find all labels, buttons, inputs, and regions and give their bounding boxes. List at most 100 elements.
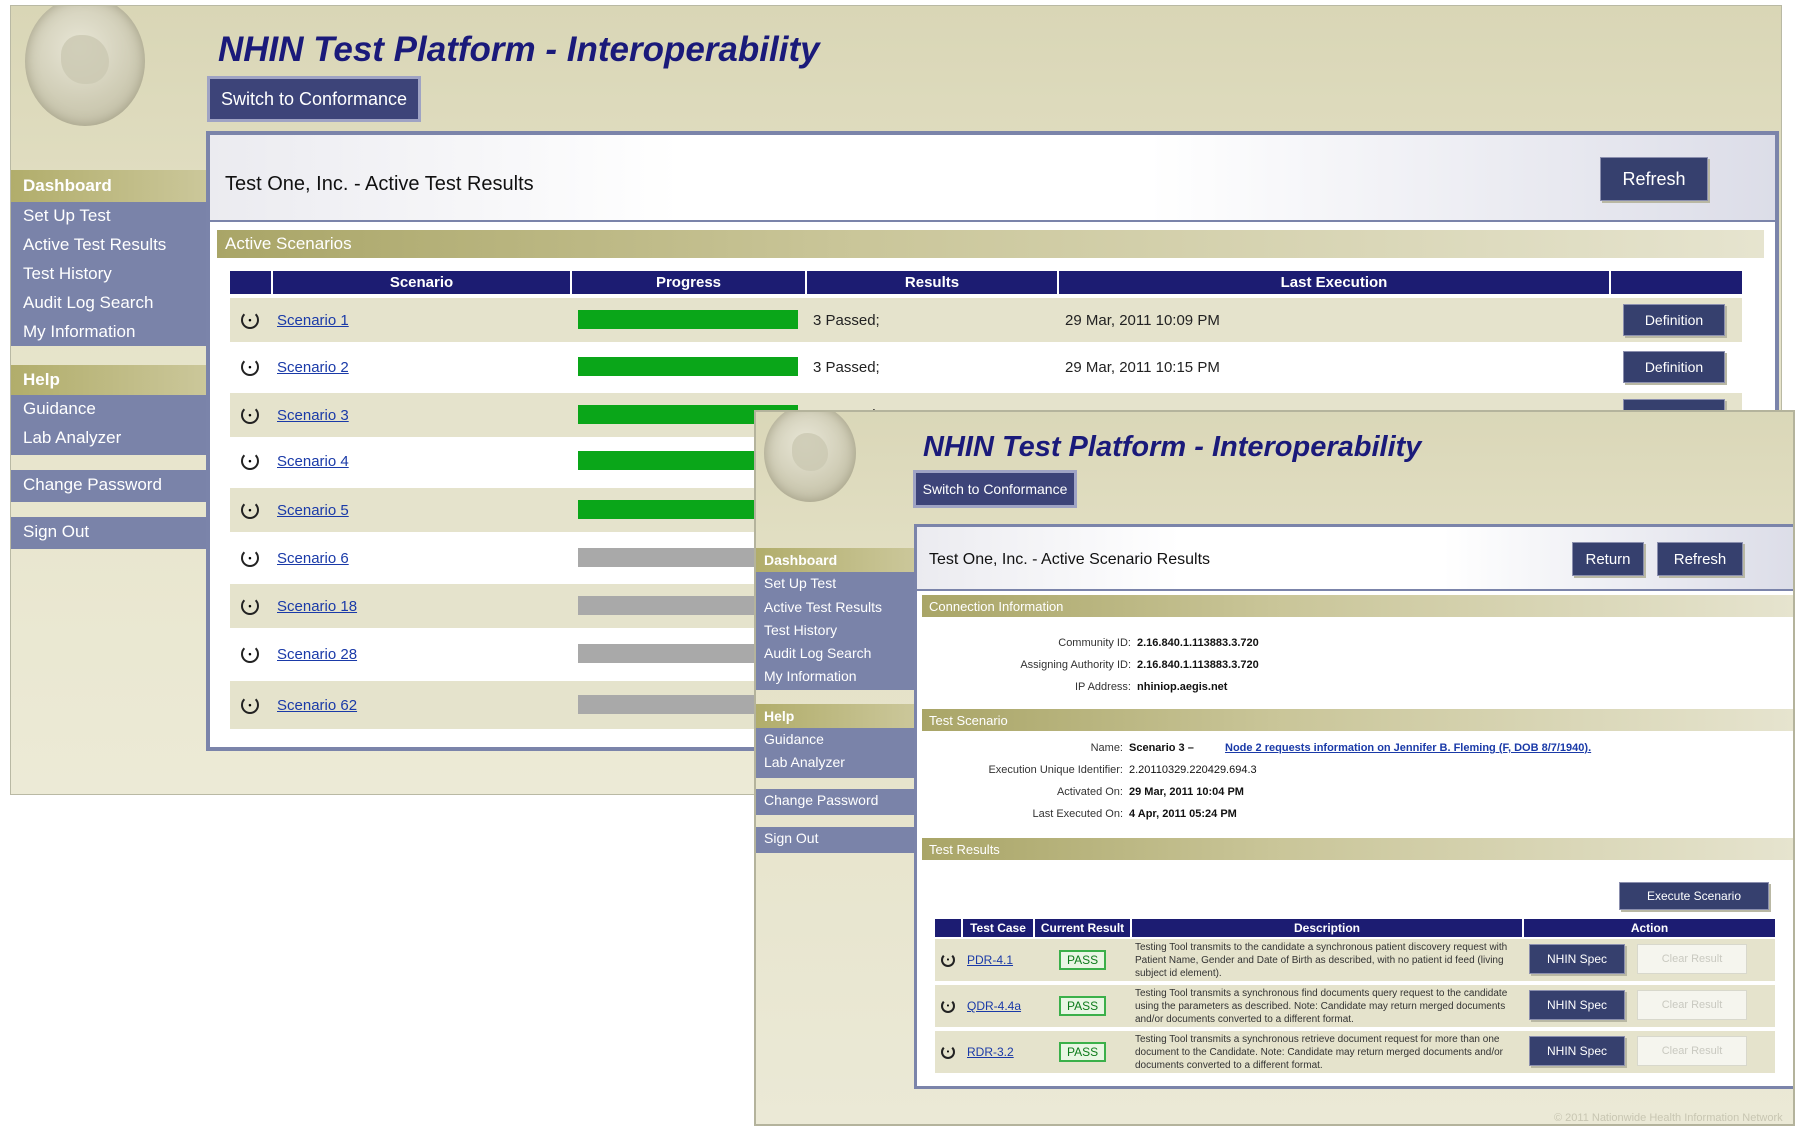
progress-bar — [578, 310, 798, 329]
refresh-button-2[interactable]: Refresh — [1657, 542, 1743, 576]
sidebar-item-guidance-2[interactable]: Guidance — [764, 731, 824, 747]
clear-result-button[interactable]: Clear Result — [1637, 1036, 1747, 1066]
community-id-row: Community ID: 2.16.840.1.113883.3.720 — [917, 637, 1787, 653]
nhin-spec-button[interactable]: NHIN Spec — [1529, 944, 1625, 974]
test-case-row: • PDR-4.1 PASS Testing Tool transmits to th… — [935, 939, 1775, 981]
ip-address-value: nhiniop.aegis.net — [1137, 681, 1228, 693]
sidebar-item-set-up-test[interactable]: Set Up Test — [23, 206, 111, 226]
return-button[interactable]: Return — [1572, 542, 1644, 576]
rerun-scenario-icon[interactable]: • — [238, 536, 262, 580]
sidebar-item-my-information-2[interactable]: My Information — [764, 668, 857, 684]
execution-id-value: 2.20110329.220429.694.3 — [1129, 764, 1257, 776]
rerun-scenario-icon[interactable]: • — [238, 298, 262, 342]
change-password-link-2[interactable]: Change Password — [764, 792, 878, 808]
scenario-link[interactable]: Scenario 18 — [277, 584, 357, 628]
refresh-button[interactable]: Refresh — [1600, 157, 1708, 201]
scenario-link[interactable]: Scenario 28 — [277, 632, 357, 676]
sidebar-item-test-history[interactable]: Test History — [23, 264, 112, 284]
execution-id-row: Execution Unique Identifier: 2.20110329.… — [917, 764, 1787, 780]
pass-badge: PASS — [1059, 1042, 1107, 1062]
ip-address-label: IP Address: — [1074, 681, 1131, 693]
column-header-results: Results — [805, 271, 1057, 294]
sidebar-item-set-up-test-2[interactable]: Set Up Test — [764, 575, 836, 591]
switch-to-conformance-button[interactable]: Switch to Conformance — [207, 76, 421, 122]
rerun-scenario-icon[interactable]: • — [238, 393, 262, 437]
last-executed-label: Last Executed On: — [1032, 808, 1124, 820]
active-scenario-results-window: NHIN Test Platform - Interoperability Sw… — [754, 410, 1795, 1126]
results-text: 3 Passed; — [813, 311, 880, 329]
sidebar-item-test-history-2[interactable]: Test History — [764, 622, 837, 638]
nhin-spec-button[interactable]: NHIN Spec — [1529, 990, 1625, 1020]
column-header-scenario: Scenario — [271, 271, 570, 294]
pass-badge: PASS — [1059, 996, 1107, 1016]
community-id-label: Community ID: — [1058, 637, 1131, 649]
scenario-name-link[interactable]: Node 2 requests information on Jennifer … — [1225, 742, 1591, 754]
definition-button[interactable]: Definition — [1623, 351, 1725, 383]
rerun-test-icon[interactable]: • — [938, 985, 958, 1027]
rerun-test-icon[interactable]: • — [938, 939, 958, 981]
column-header-action — [1609, 271, 1742, 294]
clear-result-button[interactable]: Clear Result — [1637, 990, 1747, 1020]
column-header-progress: Progress — [570, 271, 805, 294]
change-password-link[interactable]: Change Password — [23, 475, 162, 495]
sidebar-item-my-information[interactable]: My Information — [23, 322, 135, 342]
rerun-scenario-icon[interactable]: • — [238, 584, 262, 628]
result-cell: PASS — [1059, 1031, 1107, 1073]
sidebar-item-active-test-results-2[interactable]: Active Test Results — [764, 599, 882, 615]
scenario-link[interactable]: Scenario 4 — [277, 439, 349, 483]
test-case-link[interactable]: PDR-4.1 — [967, 939, 1013, 981]
sidebar-item-audit-log-search-2[interactable]: Audit Log Search — [764, 645, 871, 661]
definition-button[interactable]: Definition — [1623, 304, 1725, 336]
rerun-scenario-icon[interactable]: • — [238, 439, 262, 483]
app-title-2: NHIN Test Platform - Interoperability — [923, 431, 1422, 463]
test-case-description: Testing Tool transmits to the candidate … — [1135, 942, 1508, 979]
scenario-link[interactable]: Scenario 5 — [277, 488, 349, 532]
switch-to-conformance-button-2[interactable]: Switch to Conformance — [913, 470, 1077, 508]
community-id-value: 2.16.840.1.113883.3.720 — [1137, 637, 1259, 649]
scenario-table-header: Scenario Progress Results Last Execution — [230, 271, 1742, 294]
scenario-name-label: Name: — [1090, 742, 1123, 754]
sidebar-item-lab-analyzer-2[interactable]: Lab Analyzer — [764, 754, 845, 770]
nhin-seal-logo-2 — [764, 412, 856, 502]
sidebar-item-lab-analyzer[interactable]: Lab Analyzer — [23, 428, 121, 448]
clear-result-button[interactable]: Clear Result — [1637, 944, 1747, 974]
rerun-scenario-icon[interactable]: • — [238, 488, 262, 532]
scenario-link[interactable]: Scenario 62 — [277, 681, 357, 729]
last-executed-row: Last Executed On: 4 Apr, 2011 05:24 PM — [917, 808, 1787, 824]
progress-bar — [578, 357, 798, 376]
test-case-link[interactable]: RDR-3.2 — [967, 1031, 1014, 1073]
scenario-panel: Test One, Inc. - Active Scenario Results… — [914, 524, 1793, 1089]
app-title: NHIN Test Platform - Interoperability — [218, 30, 820, 69]
scenario-link[interactable]: Scenario 1 — [277, 298, 349, 342]
sidebar-item-audit-log-search[interactable]: Audit Log Search — [23, 293, 153, 313]
column-header-description: Description — [1130, 919, 1522, 937]
last-execution-text: 29 Mar, 2011 10:09 PM — [1065, 311, 1220, 329]
activated-on-row: Activated On: 29 Mar, 2011 10:04 PM — [917, 786, 1787, 802]
rerun-test-icon[interactable]: • — [938, 1031, 958, 1073]
nhin-spec-button[interactable]: NHIN Spec — [1529, 1036, 1625, 1066]
sidebar-dashboard-header: Dashboard — [11, 170, 206, 202]
sign-out-link-2[interactable]: Sign Out — [764, 830, 818, 846]
nhin-seal-logo — [25, 6, 145, 126]
scenario-link[interactable]: Scenario 6 — [277, 536, 349, 580]
scenario-link[interactable]: Scenario 3 — [277, 393, 349, 437]
rerun-scenario-icon[interactable]: • — [238, 632, 262, 676]
sidebar-item-active-test-results[interactable]: Active Test Results — [23, 235, 166, 255]
execute-scenario-button[interactable]: Execute Scenario — [1619, 882, 1769, 910]
test-case-link[interactable]: QDR-4.4a — [967, 985, 1021, 1027]
connection-information-section: Connection Information — [922, 595, 1793, 617]
active-scenarios-section: Active Scenarios — [217, 230, 1764, 258]
result-cell: PASS — [1059, 939, 1107, 981]
sidebar-item-guidance[interactable]: Guidance — [23, 399, 96, 419]
test-case-description: Testing Tool transmits a synchronous ret… — [1135, 1034, 1503, 1071]
assigning-authority-label: Assigning Authority ID: — [1020, 659, 1131, 671]
scenario-name-row: Name: Scenario 3 – Node 2 requests infor… — [917, 742, 1787, 758]
rerun-scenario-icon[interactable]: • — [238, 345, 262, 389]
rerun-scenario-icon[interactable]: • — [238, 681, 262, 729]
execution-id-label: Execution Unique Identifier: — [988, 764, 1123, 776]
sign-out-link[interactable]: Sign Out — [23, 522, 89, 542]
test-results-section: Test Results — [922, 838, 1793, 860]
page-title: Test One, Inc. - Active Test Results — [225, 173, 534, 195]
activated-on-value: 29 Mar, 2011 10:04 PM — [1129, 786, 1244, 798]
scenario-link[interactable]: Scenario 2 — [277, 345, 349, 389]
